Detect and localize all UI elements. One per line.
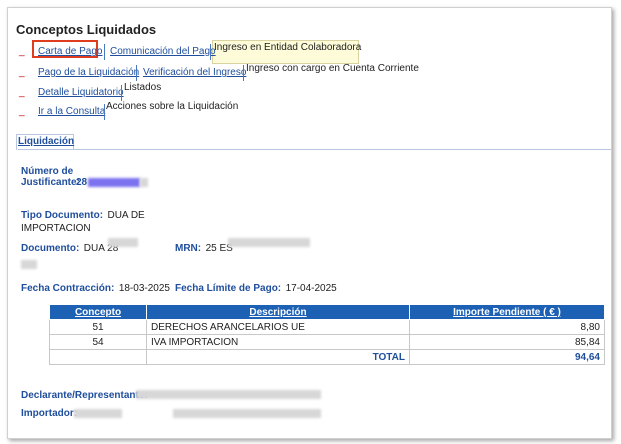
menu-separator [104, 104, 105, 120]
header-concepto[interactable]: Concepto [49, 304, 147, 320]
table-total-row: TOTAL 94,64 [49, 349, 605, 365]
mrn-label: MRN: [175, 243, 202, 254]
total-label: TOTAL [146, 349, 410, 365]
menu-separator [136, 65, 137, 81]
table-row: 54 IVA IMPORTACION 85,84 [49, 334, 605, 350]
importador-label: Importador: [21, 408, 78, 419]
menu-bullet: _ [19, 87, 25, 98]
fecha-contraccion-label: Fecha Contracción: [21, 283, 115, 294]
verificacion-ingreso-link[interactable]: Verificación del Ingreso [143, 67, 246, 78]
fecha-limite-field: Fecha Límite de Pago: 17-04-2025 [175, 278, 337, 296]
tipo-documento-label: Tipo Documento: [21, 210, 104, 221]
page-title: Conceptos Liquidados [16, 22, 157, 37]
tab-underline [18, 149, 611, 150]
cell-descripcion: DERECHOS ARANCELARIOS UE [146, 319, 410, 335]
menu-separator [104, 44, 105, 60]
documento-field: Documento: DUA 28 [21, 238, 118, 256]
cell-concepto: 51 [49, 319, 147, 335]
fecha-contraccion-field: Fecha Contracción: 18-03-2025 [21, 278, 170, 296]
tab-liquidacion[interactable]: Liquidación [18, 136, 74, 147]
justificante-value: 28 [76, 177, 88, 188]
redacted-documento-2 [21, 260, 37, 269]
declarante-label: Declarante/Representante: [21, 390, 148, 401]
menu-bullet: _ [19, 46, 25, 57]
menu-separator [121, 85, 122, 101]
redacted-declarante [136, 390, 321, 399]
menu-text-listados: Listados [124, 82, 162, 93]
menu-separator [210, 44, 211, 60]
conceptos-table: Concepto Descripción Importe Pendiente (… [49, 304, 605, 365]
total-value: 94,64 [409, 349, 605, 365]
documento-label: Documento: [21, 243, 80, 254]
pago-liquidacion-link[interactable]: Pago de la Liquidación [38, 67, 139, 78]
cell-concepto: 54 [49, 334, 147, 350]
fecha-limite-label: Fecha Límite de Pago: [175, 283, 282, 294]
cell-empty [49, 349, 147, 365]
mrn-field: MRN: 25 ES [175, 238, 233, 256]
carta-de-pago-link[interactable]: Carta de Pago [38, 46, 103, 57]
table-row: 51 DERECHOS ARANCELARIOS UE 8,80 [49, 319, 605, 335]
menu-bullet: _ [19, 106, 25, 117]
cell-importe: 8,80 [409, 319, 605, 335]
redacted-importador-2 [173, 409, 321, 418]
justificante-label: Número de Justificante: [21, 166, 80, 188]
redacted-mrn [228, 238, 310, 247]
menu-text-ingreso-cuenta: Ingreso con cargo en Cuenta Corriente [246, 63, 419, 74]
tipo-documento-field: Tipo Documento: DUA DE IMPORTACION [21, 208, 151, 234]
comunicacion-pago-link[interactable]: Comunicación del Pago [110, 46, 216, 57]
cell-importe: 85,84 [409, 334, 605, 350]
fecha-limite-value: 17-04-2025 [285, 283, 337, 294]
header-descripcion[interactable]: Descripción [146, 304, 410, 320]
menu-text-acciones: Acciones sobre la Liquidación [106, 101, 239, 112]
redacted-documento [108, 238, 138, 247]
detalle-liquidatorio-link[interactable]: Detalle Liquidatorio [38, 87, 124, 98]
ir-a-consulta-link[interactable]: Ir a la Consulta [38, 106, 105, 117]
menu-text-ingreso-entidad: Ingreso en Entidad Colaboradora [214, 42, 362, 53]
redacted-justificante [88, 178, 140, 187]
main-panel: Conceptos Liquidados _ Carta de Pago Com… [7, 7, 612, 439]
redacted-importador [74, 409, 122, 418]
menu-separator [243, 65, 244, 81]
redacted-justificante-end [140, 178, 148, 187]
header-importe[interactable]: Importe Pendiente ( € ) [409, 304, 605, 320]
fecha-contraccion-value: 18-03-2025 [118, 283, 170, 294]
menu-bullet: _ [19, 67, 25, 78]
cell-descripcion: IVA IMPORTACION [146, 334, 410, 350]
table-header-row: Concepto Descripción Importe Pendiente (… [49, 304, 605, 320]
